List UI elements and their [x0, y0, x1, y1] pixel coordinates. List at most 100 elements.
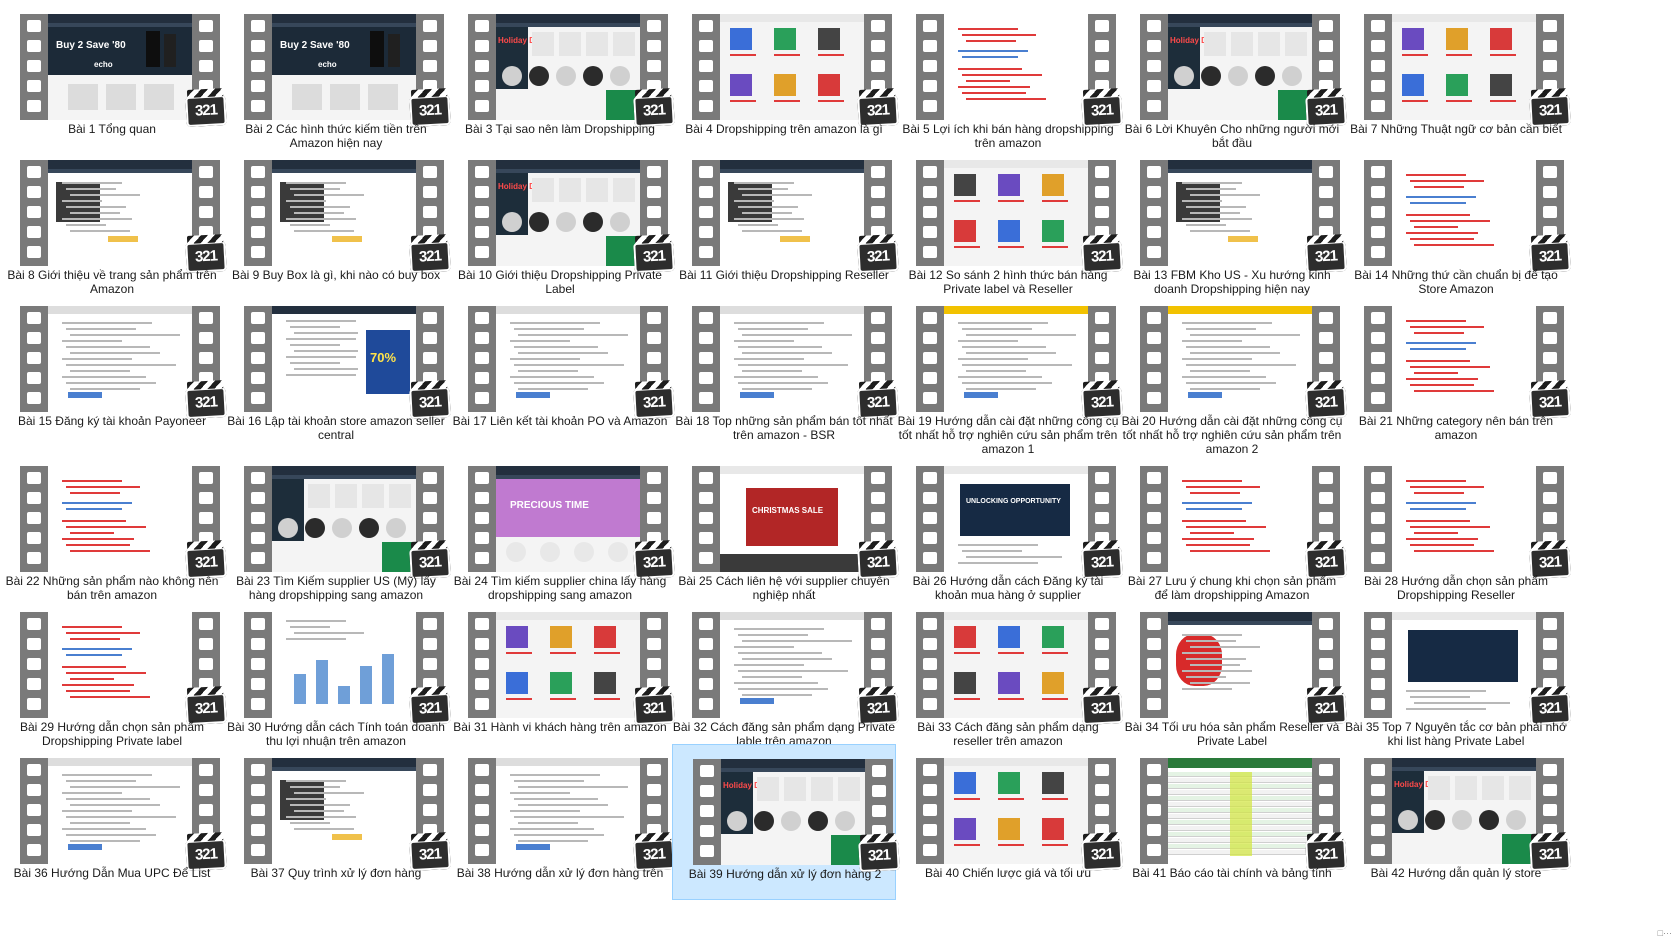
text-line: [1182, 322, 1272, 324]
video-file-item[interactable]: Buy 2 Save '80 echo 321 Bài 1 Tổng quan: [0, 0, 227, 156]
text-line: [742, 352, 832, 354]
thumbnail-screen: [720, 14, 864, 120]
thumbnail-screen: [496, 758, 640, 864]
video-file-item[interactable]: 321 Bài 40 Chiến lược giá và tối ưu: [896, 744, 1123, 900]
text-line: [734, 340, 794, 342]
top-bar: [944, 466, 1088, 474]
video-file-item[interactable]: 321 Bài 7 Những Thuật ngữ cơ bản cần biết: [1344, 0, 1571, 156]
video-file-item[interactable]: 321 Bài 31 Hành vi khách hàng trên amazon: [448, 598, 675, 754]
text-line: [518, 822, 578, 824]
film-strip-edge: [244, 306, 272, 412]
film-hole: [251, 332, 265, 344]
video-file-item[interactable]: 321 Bài 36 Hướng Dẫn Mua UPC Để List: [0, 744, 227, 900]
video-file-item[interactable]: 321 Bài 30 Hướng dẫn cách Tính toán doanh…: [224, 598, 451, 754]
top-bar: [1168, 306, 1312, 314]
video-file-item[interactable]: 321 Bài 33 Cách đăng sản phẩm dạng resell…: [896, 598, 1123, 754]
form-button: [516, 844, 550, 850]
text-line: [290, 804, 350, 806]
film-hole: [1371, 764, 1385, 776]
film-hole: [923, 226, 937, 238]
video-file-item[interactable]: 321 Bài 27 Lưu ý chung khi chọn sản phẩm …: [1120, 452, 1347, 608]
product-circle: [529, 66, 549, 86]
form-button: [964, 392, 998, 398]
film-hole: [1371, 186, 1385, 198]
text-line: [966, 98, 1046, 100]
highlight-column: [1230, 772, 1252, 856]
video-file-item[interactable]: 321 Bài 41 Báo cáo tài chính và bảng tính: [1120, 744, 1347, 900]
video-file-item[interactable]: Buy 2 Save '80 echo 321 Bài 2 Các hình thức…: [224, 0, 451, 156]
text-line: [1186, 206, 1246, 208]
film-strip-edge: [916, 14, 944, 120]
video-file-item[interactable]: UNLOCKING OPPORTUNITY 321 Bài 26 Hướng dẫn…: [896, 452, 1123, 608]
video-file-item[interactable]: 321 Bài 11 Giới thiệu Dropshipping Resell…: [672, 146, 899, 302]
text-line: [958, 358, 1028, 360]
text-line: [62, 182, 122, 184]
video-file-item[interactable]: 321 Bài 8 Giới thiệu về trang sản phẩm tr…: [0, 146, 227, 302]
text-line: [1186, 544, 1250, 546]
film-hole: [1371, 472, 1385, 484]
film-hole: [923, 80, 937, 92]
video-file-item[interactable]: 321 Bài 5 Lợi ích khi bán hàng dropshippi…: [896, 0, 1123, 156]
film-hole: [1095, 512, 1109, 524]
video-file-item[interactable]: Holiday Deals 321 Bài 42 Hướng dẫn quản lý…: [1344, 744, 1571, 900]
video-file-item[interactable]: CHRISTMAS SALE 321 Bài 25 Cách liên hệ với…: [672, 452, 899, 608]
buy-button: [1228, 236, 1258, 242]
film-strip-edge: [1364, 466, 1392, 572]
text-line: [734, 376, 818, 378]
file-name-label: Bài 7 Những Thuật ngữ cơ bản cần biết: [1350, 122, 1562, 136]
video-file-item[interactable]: 321 Bài 12 So sánh 2 hình thức bán hàng P…: [896, 146, 1123, 302]
video-file-item[interactable]: PRECIOUS TIME 321 Bài 24 Tìm kiếm supplier…: [448, 452, 675, 608]
deal-card: [335, 484, 357, 508]
video-file-item[interactable]: 321 Bài 9 Buy Box là gì, khi nào có buy b…: [224, 146, 451, 302]
video-file-item[interactable]: 321 Bài 35 Top 7 Nguyên tắc cơ bản phải n…: [1344, 598, 1571, 754]
text-line: [1182, 634, 1242, 636]
video-file-item[interactable]: 321 Bài 20 Hướng dẫn cài đặt những công c…: [1120, 292, 1347, 456]
film-hole: [475, 824, 489, 836]
video-file-item[interactable]: 321 Bài 4 Dropshipping trên amazon là gì: [672, 0, 899, 156]
text-line: [1190, 682, 1250, 684]
video-file-item[interactable]: 321 Bài 19 Hướng dẫn cài đặt những công c…: [896, 292, 1123, 456]
video-file-item[interactable]: 321 Bài 32 Cách đăng sản phẩm dạng Privat…: [672, 598, 899, 754]
product-circle: [502, 212, 522, 232]
text-line: [1406, 196, 1476, 198]
product-image: [730, 74, 752, 96]
video-file-item[interactable]: 321 Bài 28 Hướng dẫn chọn sản phẩm Dropsh…: [1344, 452, 1571, 608]
video-file-item[interactable]: 321 Bài 13 FBM Kho US - Xu hướng kinh doa…: [1120, 146, 1347, 302]
video-file-item[interactable]: 321 Bài 18 Top những sản phẩm bán tốt nhấ…: [672, 292, 899, 448]
film-hole: [923, 40, 937, 52]
video-file-item[interactable]: 321 Bài 23 Tìm Kiếm supplier US (Mỹ) lấy …: [224, 452, 451, 608]
video-file-item[interactable]: 321 Bài 17 Liên kết tài khoản PO và Amazo…: [448, 292, 675, 448]
video-file-item[interactable]: 321 Bài 15 Đăng ký tài khoản Payoneer: [0, 292, 227, 448]
film-hole: [923, 186, 937, 198]
product-image: [1042, 174, 1064, 196]
file-name-label: Bài 42 Hướng dẫn quản lý store: [1370, 866, 1542, 880]
film-hole: [251, 618, 265, 630]
film-strip-edge: [692, 160, 720, 266]
video-file-item[interactable]: 321 Bài 14 Những thứ cần chuẩn bị để tạo …: [1344, 146, 1571, 302]
header-strip: [720, 14, 864, 22]
price-line: [506, 698, 532, 700]
video-file-item[interactable]: 321 Bài 34 Tối ưu hóa sản phẩm Reseller v…: [1120, 598, 1347, 754]
video-file-item[interactable]: Holiday Deals 321 Bài 10 Giới thiệu Dropsh…: [448, 146, 675, 302]
film-hole: [199, 312, 213, 324]
video-file-item[interactable]: 321 Bài 22 Những sản phẩm nào không nên b…: [0, 452, 227, 608]
video-file-item[interactable]: 321 Bài 37 Quy trình xử lý đơn hàng: [224, 744, 451, 900]
video-file-item[interactable]: 70% 321 Bài 16 Lập tài khoản store amazon …: [224, 292, 451, 448]
video-file-item[interactable]: 321 Bài 21 Những category nên bán trên am…: [1344, 292, 1571, 448]
price-line: [506, 652, 532, 654]
film-hole: [1147, 20, 1161, 32]
deal-card: [559, 32, 581, 56]
video-file-item[interactable]: Holiday Deals 321 Bài 6 Lời Khuyên Cho nhữ…: [1120, 0, 1347, 156]
video-file-item[interactable]: 321 Bài 38 Hướng dẫn xử lý đơn hàng trên: [448, 744, 675, 900]
text-line: [290, 822, 330, 824]
text-line: [286, 816, 356, 818]
video-file-item[interactable]: Holiday Deals 321 Bài 39 Hướng dẫn xử lý đ…: [672, 744, 900, 900]
film-hole: [1371, 352, 1385, 364]
video-file-item[interactable]: Holiday Deals 321 Bài 3 Tại sao nên làm Dr…: [448, 0, 675, 156]
film-hole: [700, 825, 714, 837]
film-strip-edge: [692, 14, 720, 120]
film-hole: [475, 100, 489, 112]
video-file-item[interactable]: 321 Bài 29 Hướng dẫn chọn sản phẩm Dropsh…: [0, 598, 227, 754]
film-hole: [251, 60, 265, 72]
film-hole: [923, 552, 937, 564]
